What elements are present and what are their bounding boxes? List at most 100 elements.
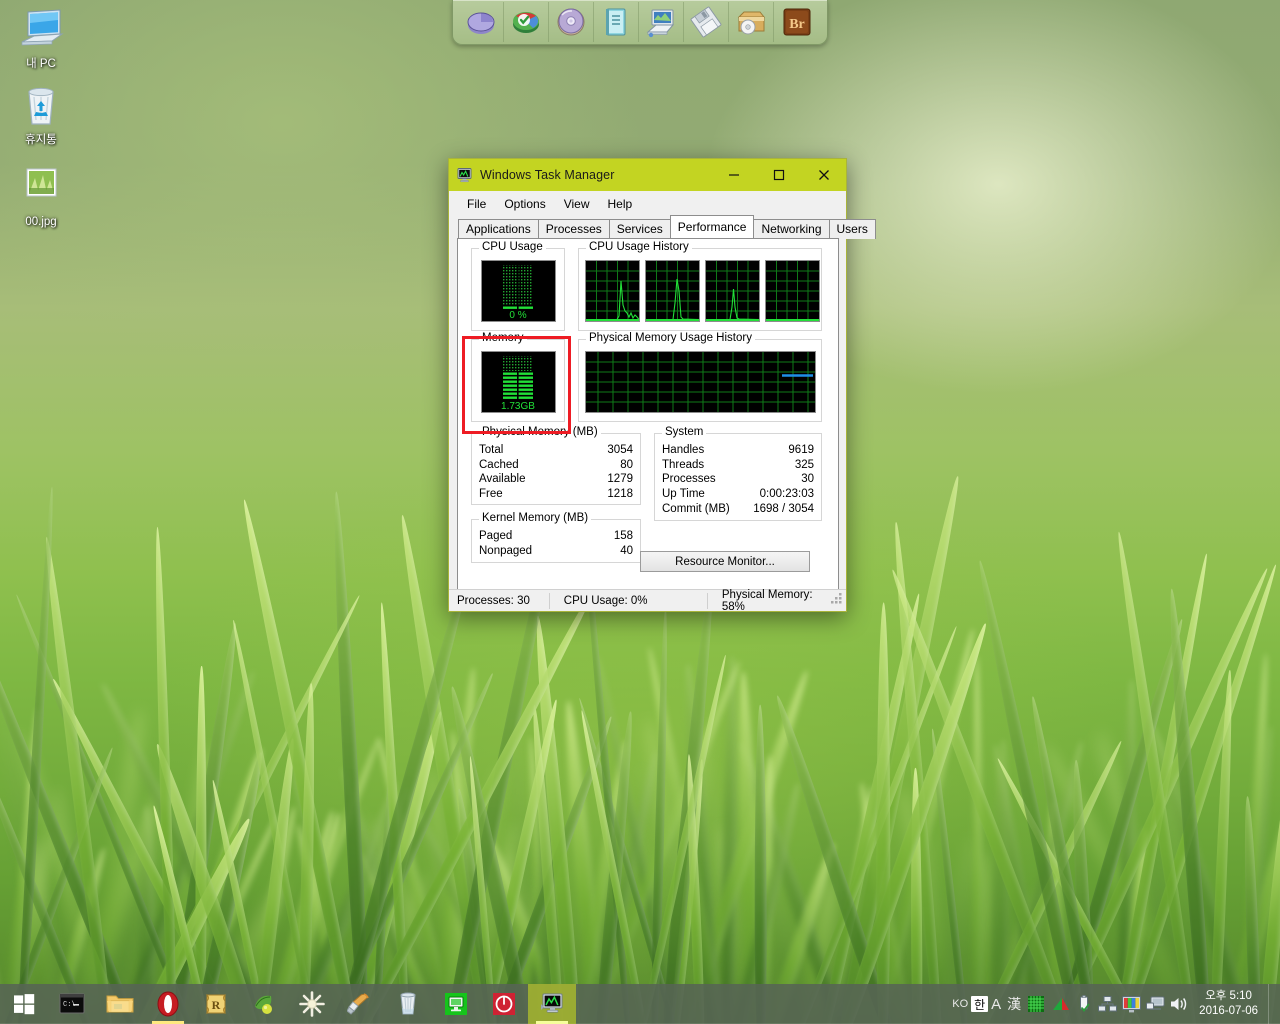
show-desktop-button[interactable] bbox=[1268, 984, 1276, 1024]
physical-memory-group: Physical Memory (MB) Total 3054 Cached 8… bbox=[471, 426, 641, 505]
dock-item-adobe-bridge[interactable]: Br bbox=[774, 2, 819, 42]
green-monitor-icon bbox=[445, 993, 467, 1015]
floppy-disk-icon bbox=[690, 6, 722, 38]
physical-memory-title: Physical Memory (MB) bbox=[479, 426, 601, 438]
desktop-icon-my-pc[interactable]: 내 PC bbox=[4, 8, 78, 71]
network-devices-icon[interactable] bbox=[1095, 984, 1119, 1024]
system-tray: KO 한 A 漢 오후 5:10 2016-07-06 bbox=[949, 984, 1280, 1024]
dock-item-cd-burner-tool[interactable] bbox=[549, 2, 594, 42]
desktop-icon-label: 내 PC bbox=[26, 58, 56, 70]
ime-hanja-button[interactable]: 漢 bbox=[1004, 994, 1024, 1014]
bin-icon bbox=[400, 992, 416, 1015]
status-cpu-usage: CPU Usage: 0% bbox=[563, 594, 648, 607]
taskbar-item-opera-browser[interactable] bbox=[144, 984, 192, 1024]
stat-row: Available 1279 bbox=[472, 472, 640, 487]
stat-row: Nonpaged 40 bbox=[472, 544, 640, 559]
taskbar-item-trash-app[interactable] bbox=[384, 984, 432, 1024]
minimize-button[interactable] bbox=[711, 159, 756, 191]
desktop-icon-00jpg[interactable]: 00.jpg bbox=[4, 166, 78, 229]
green-grid-icon[interactable] bbox=[1024, 984, 1048, 1024]
resize-grip[interactable] bbox=[831, 593, 846, 608]
taskbar-item-green-monitor-app[interactable] bbox=[432, 984, 480, 1024]
taskbar-item-r-app[interactable]: R bbox=[192, 984, 240, 1024]
menu-item-view[interactable]: View bbox=[555, 194, 599, 214]
cpu-usage-meter: 0 % bbox=[481, 260, 556, 322]
stat-key: Free bbox=[479, 488, 503, 501]
triangle-graph-icon[interactable] bbox=[1048, 984, 1074, 1024]
clock-date: 2016-07-06 bbox=[1199, 1005, 1258, 1017]
image-thumbnail-icon bbox=[4, 166, 78, 212]
menu-item-help[interactable]: Help bbox=[599, 194, 642, 214]
system-title: System bbox=[662, 426, 707, 438]
taskbar-item-shutdown-app[interactable] bbox=[480, 984, 528, 1024]
cpu-core-graph-3 bbox=[705, 260, 760, 322]
disk-pie-check-icon bbox=[513, 12, 539, 33]
system-rows: Handles 9619 Threads 325 Processes 30 Up… bbox=[655, 434, 821, 517]
system-group: System Handles 9619 Threads 325 Processe… bbox=[654, 426, 822, 521]
taskbar-item-file-explorer[interactable] bbox=[96, 984, 144, 1024]
compact-disc-icon bbox=[557, 8, 585, 36]
tab-performance[interactable]: Performance bbox=[669, 215, 755, 238]
network-status-icon[interactable] bbox=[1143, 984, 1167, 1024]
book-icon bbox=[606, 8, 626, 36]
taskbar-clock[interactable]: 오후 5:10 2016-07-06 bbox=[1191, 989, 1268, 1019]
memory-history-graph bbox=[585, 351, 816, 413]
cpu-core-graph-2 bbox=[645, 260, 700, 322]
ime-alpha-button[interactable]: A bbox=[988, 996, 1004, 1013]
dock-item-save-disk-tool[interactable] bbox=[684, 2, 729, 42]
windows-logo-icon bbox=[14, 994, 35, 1015]
taskbar-item-cleaner-app[interactable] bbox=[336, 984, 384, 1024]
cpu-usage-history-title: CPU Usage History bbox=[586, 241, 692, 253]
color-monitor-icon[interactable] bbox=[1119, 984, 1143, 1024]
stat-value: 0:00:23:03 bbox=[759, 488, 814, 501]
resource-monitor-button[interactable]: Resource Monitor... bbox=[640, 551, 810, 572]
tab-services[interactable]: Services bbox=[608, 219, 671, 239]
floating-dock-toolbar: Br bbox=[452, 0, 828, 45]
stat-value: 40 bbox=[620, 544, 633, 557]
r-shield-icon: R bbox=[205, 994, 227, 1014]
stat-key: Up Time bbox=[662, 488, 705, 501]
taskbar-item-leaf-app[interactable] bbox=[240, 984, 288, 1024]
cpu-usage-history-group: CPU Usage History bbox=[578, 241, 822, 331]
stat-value: 158 bbox=[613, 530, 633, 542]
stat-row: Cached 80 bbox=[472, 458, 640, 473]
stat-row: Free 1218 bbox=[472, 487, 640, 502]
ime-language-label[interactable]: KO bbox=[949, 998, 971, 1010]
stat-key: Total bbox=[479, 444, 504, 456]
kernel-memory-group: Kernel Memory (MB) Paged 158 Nonpaged 40 bbox=[471, 512, 641, 563]
taskbar-item-task-manager[interactable] bbox=[528, 984, 576, 1024]
window-titlebar[interactable]: Windows Task Manager bbox=[449, 159, 846, 191]
dock-item-pie-chart-tool[interactable] bbox=[459, 2, 504, 42]
stat-row: Handles 9619 bbox=[655, 443, 821, 458]
maximize-button[interactable] bbox=[756, 159, 801, 191]
computer-icon bbox=[4, 8, 78, 54]
start-button[interactable] bbox=[0, 984, 48, 1024]
tab-users[interactable]: Users bbox=[828, 219, 876, 239]
tab-applications[interactable]: Applications bbox=[458, 219, 539, 239]
dock-item-archive-tool[interactable] bbox=[729, 2, 774, 42]
bridge-br-icon: Br bbox=[783, 8, 810, 36]
memory-history-group: Physical Memory Usage History bbox=[578, 332, 822, 422]
stat-row: Processes 30 bbox=[655, 472, 821, 487]
desktop-icon-recycle-bin[interactable]: 휴지통 bbox=[4, 84, 78, 147]
dock-item-address-book-tool[interactable] bbox=[594, 2, 639, 42]
close-button[interactable] bbox=[801, 159, 846, 191]
stat-key: Processes bbox=[662, 473, 716, 486]
recycle-bin-icon bbox=[4, 84, 78, 130]
ime-hangul-button[interactable]: 한 bbox=[971, 996, 989, 1012]
dock-item-disk-analyzer-tool[interactable] bbox=[504, 2, 549, 42]
taskbar: C:\ R KO 한 A 漢 오후 5:10 2016-07-06 bbox=[0, 984, 1280, 1024]
taskbar-item-sun-app[interactable] bbox=[288, 984, 336, 1024]
tab-processes[interactable]: Processes bbox=[537, 219, 610, 239]
memory-meter: 1.73GB bbox=[481, 351, 556, 413]
volume-icon[interactable] bbox=[1167, 984, 1191, 1024]
dock-item-remote-desktop-tool[interactable] bbox=[639, 2, 684, 42]
taskbar-item-command-prompt[interactable]: C:\ bbox=[48, 984, 96, 1024]
menu-item-file[interactable]: File bbox=[458, 194, 495, 214]
console-icon: C:\ bbox=[59, 993, 85, 1014]
tab-networking[interactable]: Networking bbox=[753, 219, 830, 239]
menu-item-options[interactable]: Options bbox=[495, 194, 554, 214]
usb-safely-remove-icon[interactable] bbox=[1074, 984, 1095, 1024]
stat-row: Threads 325 bbox=[655, 458, 821, 473]
status-divider bbox=[706, 592, 708, 609]
